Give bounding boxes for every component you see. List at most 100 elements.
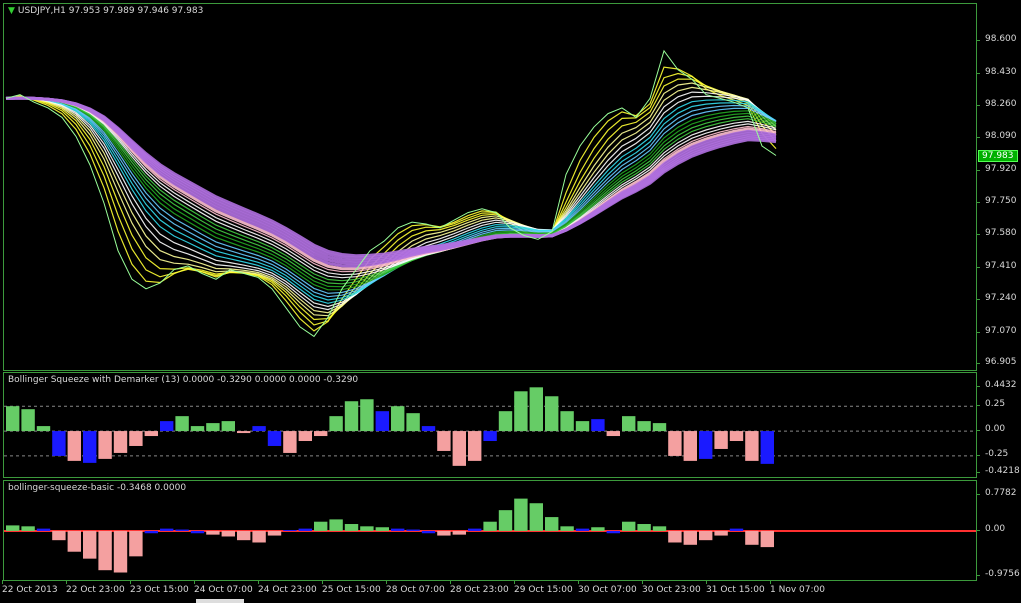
- ind2-bar: [729, 528, 744, 531]
- ind1-bar: [160, 421, 174, 432]
- ind2-bar: [683, 530, 697, 545]
- ind1-bar: [406, 413, 420, 432]
- ind2-bar: [391, 528, 405, 531]
- ind2-bar: [745, 530, 759, 545]
- ind1-bar: [298, 431, 312, 442]
- indicator2-axis: 0.7782 0.00 -0.9756: [976, 480, 1021, 581]
- indicator2-histogram: [4, 498, 976, 573]
- ind1-bar: [344, 401, 359, 432]
- time-tick-label: 31 Oct 15:00: [706, 580, 765, 595]
- price-tick-text: 97.410: [985, 260, 1017, 271]
- price-tick-label: 98.430: [976, 66, 1021, 77]
- price-tick-text: 98.260: [985, 98, 1017, 109]
- ind1-bar: [760, 431, 774, 464]
- ind2-bar: [344, 524, 359, 531]
- time-tick-label: 30 Oct 07:00: [578, 580, 637, 595]
- ind1-bar: [652, 423, 667, 432]
- price-tick-text: 97.070: [985, 325, 1017, 336]
- price-tick-label: 96.905: [976, 357, 1021, 367]
- price-tick-label: 97.920: [976, 163, 1021, 174]
- ind2-bar: [699, 530, 713, 541]
- ind1-bar: [498, 411, 513, 432]
- ind2-bar: [406, 529, 420, 531]
- ind2-bar: [83, 530, 97, 559]
- ind1-bar: [190, 426, 205, 432]
- ind1-bar: [668, 431, 682, 456]
- ind1-bar: [83, 431, 97, 463]
- price-axis: 98.600 98.430 98.260 98.090 97.920 97.750 97.5…: [976, 3, 1021, 371]
- ind1-bar: [468, 431, 482, 461]
- ind1-bar: [437, 431, 451, 451]
- ind1-bar: [637, 421, 651, 432]
- price-tick-text: 98.600: [985, 34, 1017, 45]
- ind2-bar: [360, 526, 374, 531]
- indicator1-pane[interactable]: Bollinger Squeeze with Demarker (13) 0.0…: [3, 372, 977, 478]
- ind2-bar: [237, 530, 251, 541]
- ind2-tick-label: -0.9756: [976, 569, 1021, 579]
- ind1-bar: [36, 426, 51, 432]
- ind2-bar: [637, 524, 651, 531]
- price-tick-label: 98.600: [976, 34, 1021, 45]
- ind2-bar: [514, 498, 528, 531]
- ind2-bar: [483, 521, 497, 531]
- ind2-bar: [52, 530, 66, 541]
- ind1-bar: [606, 431, 620, 437]
- ind1-bar: [221, 421, 235, 432]
- time-tick-label: 28 Oct 23:00: [450, 580, 509, 595]
- ind2-bar: [498, 510, 513, 531]
- main-chart-pane[interactable]: ▼ USDJPY,H1 97.953 97.989 97.946 97.983: [3, 3, 977, 371]
- ind1-bar: [452, 431, 466, 466]
- indicator1-histogram: [4, 387, 976, 466]
- price-tick-label: 97.410: [976, 260, 1021, 271]
- ind2-bar: [190, 530, 205, 534]
- price-tick-text: 97.920: [985, 163, 1017, 174]
- ind2-bar: [252, 530, 266, 543]
- time-tick-label: 23 Oct 15:00: [130, 580, 189, 595]
- ind1-bar: [314, 431, 328, 437]
- ind1-bar: [683, 431, 697, 461]
- ind2-bar: [160, 528, 174, 531]
- ind1-tick-label: -0.25: [976, 448, 1021, 459]
- indicator1-axis: 0.4432 0.25 0.00 -0.25 -0.4218: [976, 372, 1021, 478]
- ind2-tick-text: 0.00: [985, 523, 1006, 534]
- price-tick-label: 97.240: [976, 293, 1021, 304]
- ind2-tick-label: 0.00: [976, 523, 1021, 534]
- ind2-bar: [452, 530, 466, 535]
- ind1-bar: [21, 409, 35, 432]
- ind2-bar: [67, 530, 81, 552]
- time-tick-label: 30 Oct 23:00: [642, 580, 701, 595]
- time-tick-label: 1 Nov 07:00: [770, 580, 825, 595]
- ind2-bar: [437, 530, 451, 536]
- price-tick-label: 98.090: [976, 131, 1021, 141]
- ind1-tick-text: 0.00: [985, 424, 1006, 435]
- ma-ribbon-line: [5, 97, 777, 276]
- price-tick-text: 98.430: [985, 66, 1017, 77]
- price-tick-text: 97.240: [985, 293, 1017, 304]
- ind2-bar: [221, 530, 235, 537]
- horizontal-scrollbar[interactable]: [196, 599, 244, 603]
- ind1-bar: [575, 421, 590, 432]
- ind1-tick-text: -0.25: [985, 448, 1009, 459]
- time-tick-label: 22 Oct 23:00: [66, 580, 125, 595]
- ind1-bar: [360, 399, 374, 432]
- ind2-bar: [314, 521, 328, 531]
- price-tick-label: 98.260: [976, 98, 1021, 109]
- current-price-badge: 97.983: [978, 150, 1018, 162]
- ind1-bar: [391, 406, 405, 432]
- ind2-bar: [113, 530, 128, 573]
- ind2-tick-text: -0.9756: [985, 569, 1020, 579]
- ind2-bar: [591, 527, 605, 531]
- ind2-tick-text: 0.7782: [985, 488, 1017, 498]
- indicator2-pane[interactable]: bollinger-squeeze-basic -0.3468 0.0000: [3, 480, 977, 581]
- ind1-bar: [729, 431, 744, 442]
- ind1-bar: [560, 411, 574, 432]
- ind2-bar: [652, 526, 667, 531]
- time-tick-label: 28 Oct 07:00: [386, 580, 445, 595]
- ind2-bar: [298, 528, 312, 531]
- time-tick-label: 25 Oct 15:00: [322, 580, 381, 595]
- ind1-bar: [329, 416, 343, 432]
- ind1-bar: [283, 431, 297, 453]
- ind1-tick-label: -0.4218: [976, 466, 1021, 476]
- ind1-bar: [67, 431, 81, 461]
- ind1-tick-text: -0.4218: [985, 466, 1020, 476]
